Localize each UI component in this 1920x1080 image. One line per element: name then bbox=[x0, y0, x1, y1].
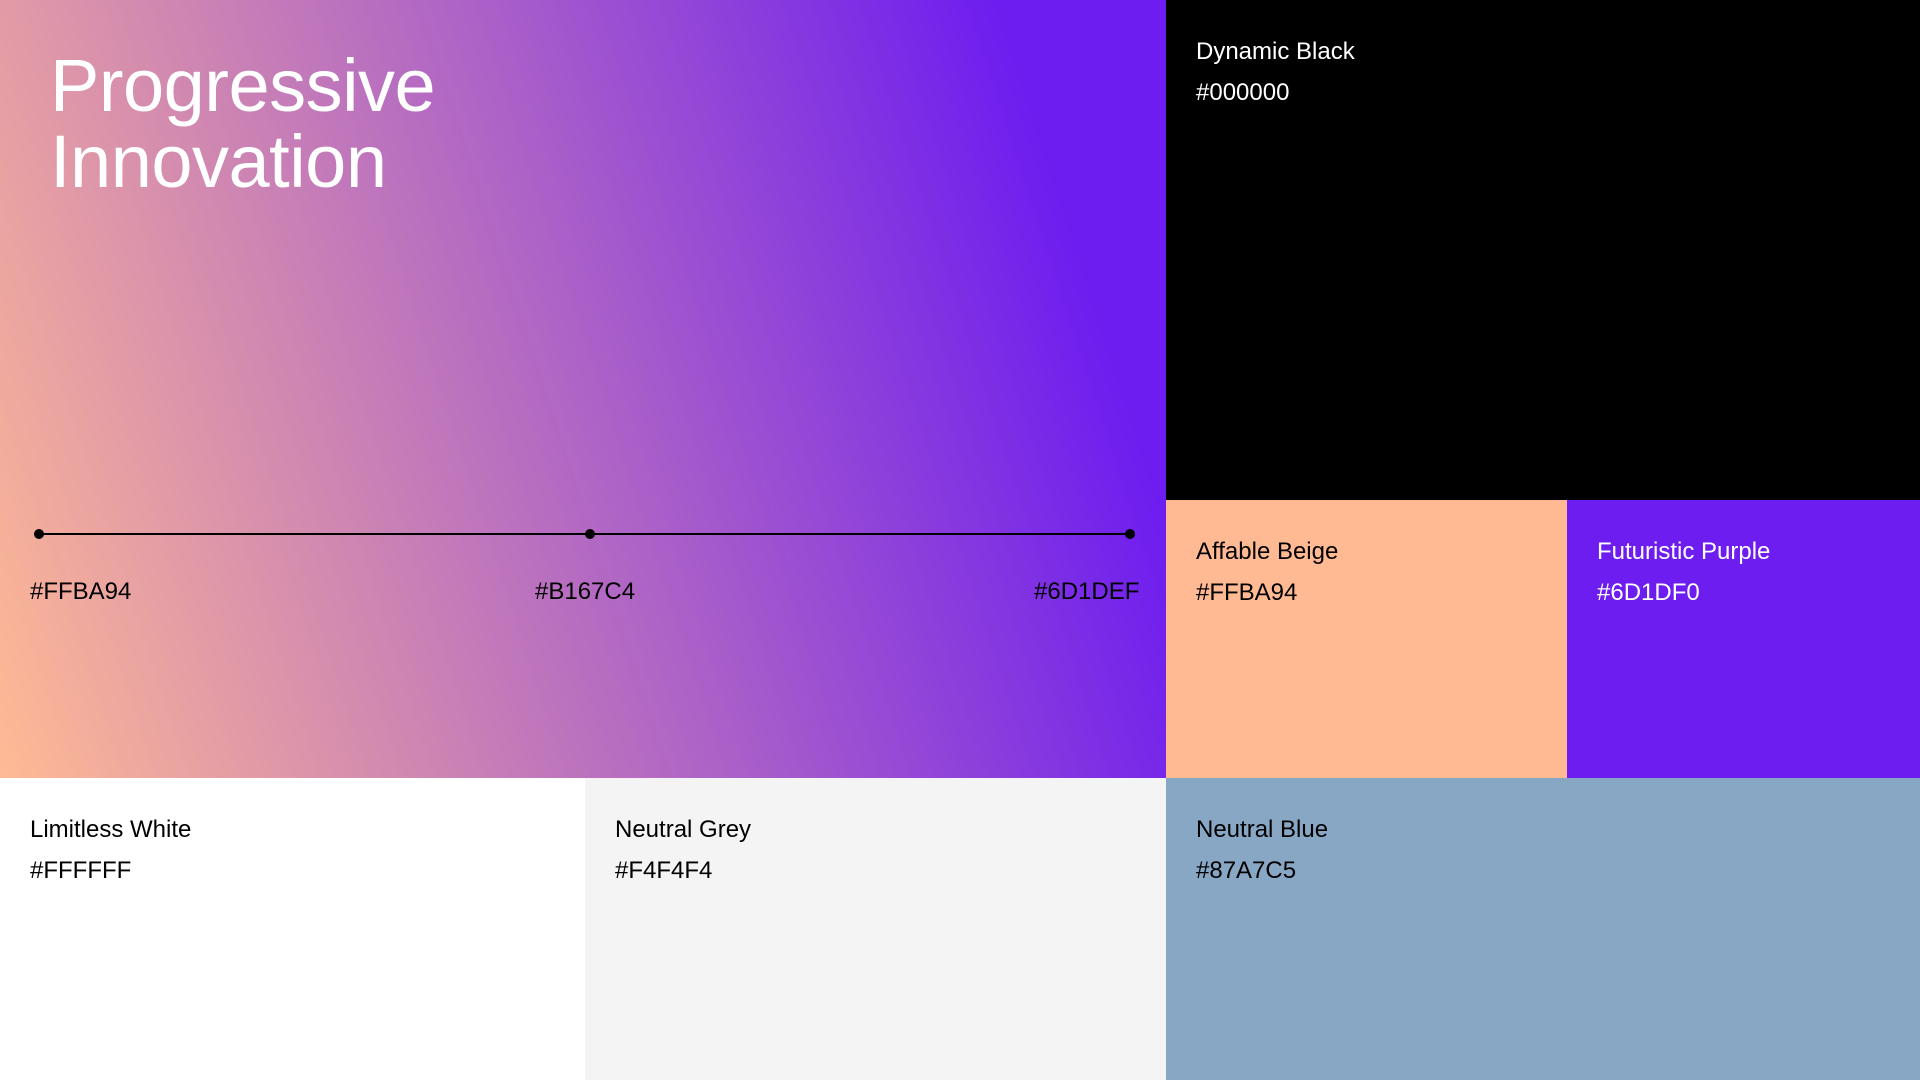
swatch-name: Neutral Grey bbox=[615, 816, 752, 843]
gradient-stop-end-dot bbox=[1125, 529, 1135, 539]
gradient-panel: Progressive Innovation #FFBA94 #B167C4 #… bbox=[0, 0, 1166, 778]
swatch-affable-beige: Affable Beige #FFBA94 bbox=[1166, 500, 1567, 778]
swatch-hex: #F4F4F4 bbox=[615, 857, 713, 884]
gradient-stop-middle-dot bbox=[585, 529, 595, 539]
gradient-stop-start-dot bbox=[34, 529, 44, 539]
gradient-stop-end-label: #6D1DEF bbox=[1034, 578, 1140, 605]
swatch-name: Neutral Blue bbox=[1196, 816, 1329, 843]
color-palette-board: Progressive Innovation #FFBA94 #B167C4 #… bbox=[0, 0, 1920, 1080]
swatch-name: Limitless White bbox=[30, 816, 192, 843]
swatch-dynamic-black: Dynamic Black #000000 bbox=[1166, 0, 1920, 500]
swatch-hex: #87A7C5 bbox=[1196, 857, 1297, 884]
swatch-hex: #FFBA94 bbox=[1196, 579, 1298, 606]
swatch-hex: #FFFFFF bbox=[30, 857, 132, 884]
hero-title: Progressive Innovation bbox=[50, 44, 436, 203]
swatch-hex: #000000 bbox=[1196, 79, 1290, 106]
swatch-name: Futuristic Purple bbox=[1597, 538, 1771, 565]
gradient-stop-start-label: #FFBA94 bbox=[30, 578, 132, 605]
swatch-neutral-blue: Neutral Blue #87A7C5 bbox=[1166, 778, 1920, 1080]
swatch-neutral-grey: Neutral Grey #F4F4F4 bbox=[585, 778, 1166, 1080]
swatch-hex: #6D1DF0 bbox=[1597, 579, 1700, 606]
swatch-limitless-white: Limitless White #FFFFFF bbox=[0, 778, 585, 1080]
swatch-futuristic-purple: Futuristic Purple #6D1DF0 bbox=[1567, 500, 1920, 778]
swatch-name: Dynamic Black bbox=[1196, 38, 1355, 65]
swatch-name: Affable Beige bbox=[1196, 538, 1339, 565]
gradient-stop-middle-label: #B167C4 bbox=[535, 578, 636, 605]
